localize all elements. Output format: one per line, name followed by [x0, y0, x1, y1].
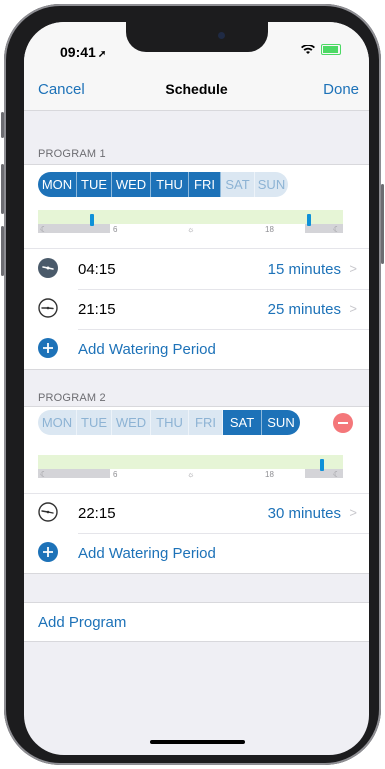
watering-period-row[interactable]: 21:15 25 minutes > [24, 289, 369, 329]
period-duration: 15 minutes [267, 261, 341, 278]
sun-icon: ☼ [187, 470, 195, 479]
day-toggle-fri[interactable]: FRI [189, 410, 223, 435]
clock-icon [38, 298, 58, 318]
day-toggle-sat[interactable]: SAT [223, 410, 262, 435]
program-1-day-selector: MON TUE WED THU FRI SAT SUN [38, 172, 288, 197]
status-time: 09:41 ➚ [60, 44, 107, 60]
moon-icon: ☾ [333, 470, 341, 479]
timeline-tick-6: 6 [113, 470, 118, 479]
remove-program-button[interactable] [333, 413, 353, 433]
moon-icon: ☾ [40, 225, 48, 234]
watering-marker [90, 214, 94, 226]
day-toggle-sun[interactable]: SUN [255, 172, 288, 197]
sun-icon: ☼ [187, 225, 195, 234]
day-toggle-fri[interactable]: FRI [189, 172, 221, 197]
period-time: 21:15 [78, 301, 116, 318]
night-band-left [38, 224, 110, 233]
chevron-right-icon: > [349, 301, 357, 316]
status-icons [301, 44, 341, 55]
night-band-left [38, 469, 110, 478]
program-1-header: PROGRAM 1 [38, 148, 106, 160]
add-program-button[interactable]: Add Program [24, 602, 369, 642]
period-time: 22:15 [78, 505, 116, 522]
timeline-tick-18: 18 [265, 225, 274, 234]
program-1-group: MON TUE WED THU FRI SAT SUN ☾ 6 ☼ 18 ☾ 0… [24, 164, 369, 370]
moon-icon: ☾ [40, 470, 48, 479]
day-toggle-tue[interactable]: TUE [77, 410, 112, 435]
volume-up-button [1, 164, 4, 214]
power-button [381, 184, 384, 264]
minus-icon [338, 422, 348, 424]
add-watering-period-button[interactable]: Add Watering Period [24, 329, 369, 369]
day-toggle-mon[interactable]: MON [38, 172, 77, 197]
mute-switch [1, 112, 4, 138]
day-toggle-mon[interactable]: MON [38, 410, 77, 435]
add-watering-period-label: Add Watering Period [78, 341, 216, 358]
chevron-right-icon: > [349, 261, 357, 276]
add-watering-period-label: Add Watering Period [78, 545, 216, 562]
program-2-day-selector: MON TUE WED THU FRI SAT SUN [38, 410, 300, 435]
add-circle-icon [38, 542, 58, 562]
day-toggle-thu[interactable]: THU [151, 172, 189, 197]
home-indicator[interactable] [150, 740, 245, 744]
daylight-bar [38, 455, 343, 469]
program-2-header: PROGRAM 2 [38, 392, 106, 404]
period-time: 04:15 [78, 261, 116, 278]
navigation-bar: Cancel Schedule Done [24, 66, 369, 111]
day-toggle-sat[interactable]: SAT [221, 172, 255, 197]
chevron-right-icon: > [349, 505, 357, 520]
day-toggle-sun[interactable]: SUN [262, 410, 300, 435]
watering-marker [320, 459, 324, 471]
camera-icon [218, 32, 225, 39]
battery-charging-icon [321, 44, 341, 55]
day-toggle-wed[interactable]: WED [112, 410, 151, 435]
done-button[interactable]: Done [323, 81, 359, 98]
page-title: Schedule [165, 81, 228, 97]
watering-period-row[interactable]: 04:15 15 minutes > [24, 249, 369, 289]
period-duration: 30 minutes [267, 505, 341, 522]
program-2-timeline: ☾ 6 ☼ 18 ☾ [38, 455, 343, 487]
program-2-group: MON TUE WED THU FRI SAT SUN ☾ 6 ☼ 18 ☾ 2… [24, 406, 369, 574]
clock-icon [38, 502, 58, 522]
daylight-bar [38, 210, 343, 224]
volume-down-button [1, 226, 4, 276]
screen: 09:41 ➚ Cancel Schedule Done PROGRAM 1 MO… [24, 22, 369, 755]
location-arrow-icon: ➚ [97, 49, 107, 60]
day-toggle-wed[interactable]: WED [112, 172, 151, 197]
day-toggle-tue[interactable]: TUE [77, 172, 112, 197]
add-program-label: Add Program [38, 614, 127, 631]
notch [126, 22, 268, 52]
program-1-timeline: ☾ 6 ☼ 18 ☾ [38, 210, 343, 242]
watering-marker [307, 214, 311, 226]
watering-period-row[interactable]: 22:15 30 minutes > [24, 493, 369, 533]
phone-frame: 09:41 ➚ Cancel Schedule Done PROGRAM 1 MO… [1, 4, 384, 765]
timeline-tick-6: 6 [113, 225, 118, 234]
wifi-icon [301, 44, 315, 54]
moon-icon: ☾ [333, 225, 341, 234]
timeline-tick-18: 18 [265, 470, 274, 479]
add-circle-icon [38, 338, 58, 358]
period-duration: 25 minutes [267, 301, 341, 318]
day-toggle-thu[interactable]: THU [151, 410, 189, 435]
night-clock-icon [38, 258, 58, 278]
add-watering-period-button[interactable]: Add Watering Period [24, 533, 369, 573]
